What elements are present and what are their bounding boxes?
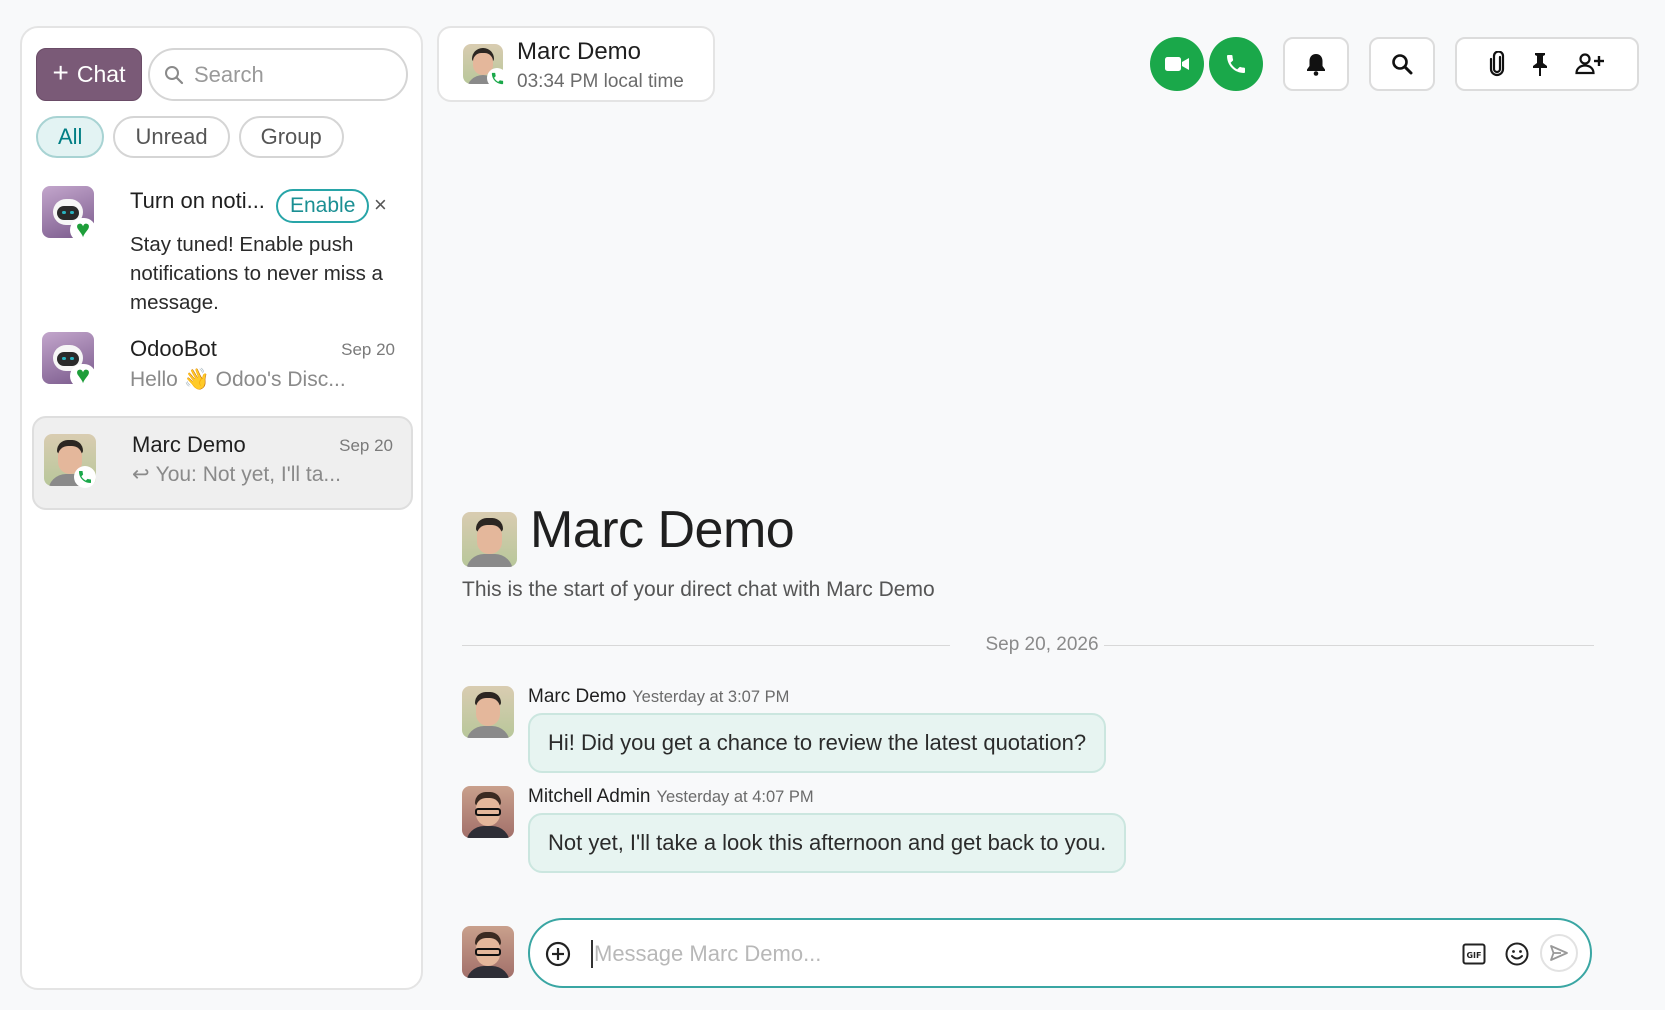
thread-actions: [1455, 37, 1639, 91]
message-timestamp: Yesterday at 4:07 PM: [656, 788, 814, 806]
search-messages-button[interactable]: [1369, 37, 1435, 91]
message-timestamp: Yesterday at 3:07 PM: [632, 688, 790, 706]
conversation-date: Sep 20: [341, 340, 395, 359]
send-icon: [1550, 945, 1568, 961]
conversation-preview: Hello 👋 Odoo's Disc...: [130, 368, 346, 391]
conversation-preview: ↩ You: Not yet, I'll ta...: [132, 463, 341, 486]
phone-icon: [1227, 55, 1245, 73]
message-author: Mitchell Admin Yesterday at 4:07 PM: [528, 786, 814, 807]
conversation-date: Sep 20: [339, 436, 393, 455]
chat-header[interactable]: Marc Demo 03:34 PM local time: [437, 26, 715, 102]
search-icon: [165, 65, 184, 84]
chat-sidebar: + Chat Search All Unread Group ♥ Turn on…: [20, 26, 423, 990]
add-user-icon[interactable]: [1575, 52, 1605, 76]
conversation-name: Marc Demo: [132, 432, 246, 457]
header-local-time: 03:34 PM local time: [517, 71, 684, 92]
notification-prompt: ♥ Turn on noti... Enable × Stay tuned! E…: [32, 178, 413, 328]
search-icon: [1392, 54, 1413, 75]
filter-unread[interactable]: Unread: [113, 116, 230, 158]
text-caret: [591, 940, 593, 968]
emoji-icon[interactable]: [1504, 941, 1530, 967]
date-separator-label: Sep 20, 2026: [985, 634, 1099, 655]
video-call-button[interactable]: [1150, 37, 1204, 91]
message-composer[interactable]: Message Marc Demo... GIF: [528, 918, 1592, 988]
thread-title: Marc Demo: [530, 501, 795, 559]
header-name: Marc Demo: [517, 38, 642, 65]
mitchell-admin-avatar: [462, 926, 514, 978]
add-circle-icon[interactable]: [544, 940, 572, 968]
enable-notifications-button[interactable]: Enable: [276, 189, 370, 223]
gif-icon[interactable]: GIF: [1462, 943, 1486, 965]
heart-icon: ♥: [70, 218, 96, 242]
plus-icon: +: [52, 57, 69, 88]
thread-intro-text: This is the start of your direct chat wi…: [462, 578, 935, 601]
filter-group[interactable]: Group: [238, 116, 344, 158]
message-author: Marc Demo Yesterday at 3:07 PM: [528, 686, 790, 707]
search-placeholder: Search: [194, 61, 264, 87]
pin-icon[interactable]: [1531, 51, 1549, 77]
new-chat-button[interactable]: + Chat: [36, 48, 142, 101]
notification-title: Turn on noti...: [130, 188, 265, 213]
filter-chips: All Unread Group: [36, 116, 344, 158]
voice-call-button[interactable]: [1209, 37, 1263, 91]
message-bubble[interactable]: Not yet, I'll take a look this afternoon…: [528, 813, 1127, 873]
notification-settings-button[interactable]: [1283, 37, 1349, 91]
search-input[interactable]: Search: [148, 48, 408, 101]
message-bubble[interactable]: Hi! Did you get a chance to review the l…: [528, 713, 1107, 773]
phone-icon: [74, 466, 96, 488]
heart-icon: ♥: [70, 364, 96, 388]
marc-demo-avatar: [462, 512, 517, 567]
mitchell-admin-avatar: [462, 786, 514, 838]
conversation-marc-demo[interactable]: Marc Demo Sep 20 ↩ You: Not yet, I'll ta.…: [32, 416, 413, 510]
date-separator: Sep 20, 2026: [462, 632, 1594, 658]
composer-placeholder[interactable]: Message Marc Demo...: [594, 941, 821, 967]
marc-demo-avatar: [462, 686, 514, 738]
video-camera-icon: [1165, 57, 1189, 71]
conversation-odoobot[interactable]: ♥ OdooBot Sep 20 Hello 👋 Odoo's Disc...: [32, 324, 413, 404]
paperclip-icon[interactable]: [1489, 51, 1505, 77]
phone-icon: [487, 68, 507, 88]
bell-icon: [1307, 54, 1325, 76]
reply-icon: ↩: [132, 463, 150, 486]
conversation-name: OdooBot: [130, 336, 217, 361]
filter-all[interactable]: All: [36, 116, 105, 158]
notification-text: Stay tuned! Enable push notifications to…: [130, 233, 383, 314]
send-button[interactable]: [1540, 934, 1578, 972]
svg-text:GIF: GIF: [1466, 951, 1481, 960]
close-icon[interactable]: ×: [374, 192, 387, 218]
new-chat-label: Chat: [76, 61, 126, 87]
